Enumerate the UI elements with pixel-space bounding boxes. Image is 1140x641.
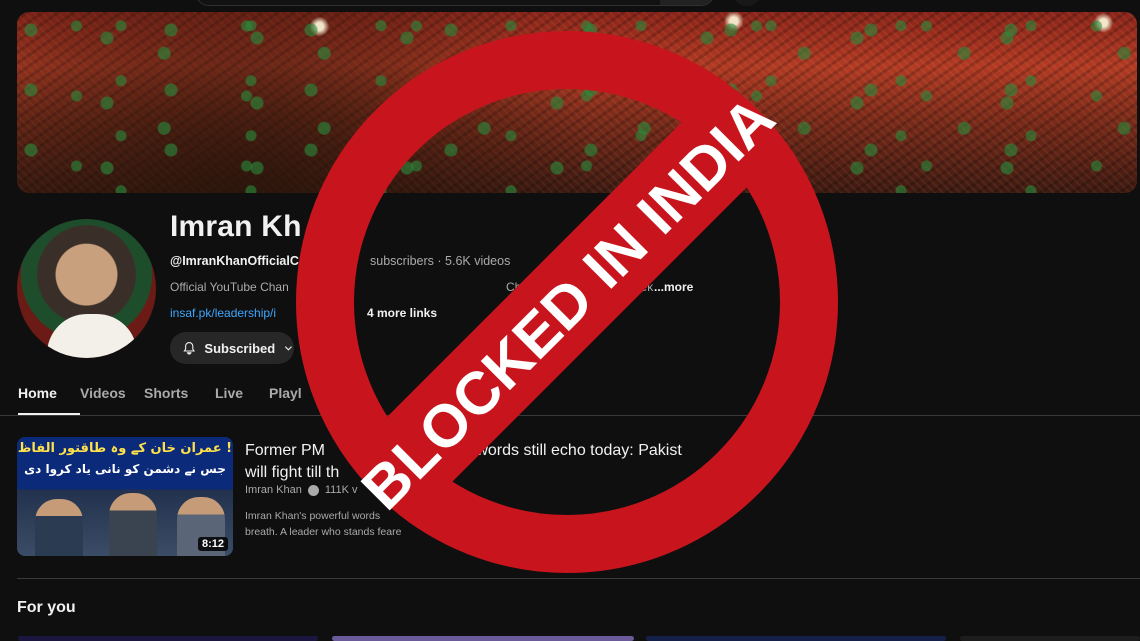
video-card-top[interactable] [332, 636, 634, 641]
more-links[interactable]: 4 more links [367, 306, 437, 320]
title-line1-end: ful words still echo today: Pakist [455, 442, 682, 459]
channel-meta: @ImranKhanOfficialC subscribers · 5.6K v… [170, 254, 510, 268]
description-trail: ne [793, 280, 807, 294]
section-title-for-you: For you [17, 599, 76, 616]
section-divider [17, 578, 1140, 579]
chevron-down-icon [285, 346, 293, 351]
description-line2: breath. A leader who stands feare [245, 526, 402, 538]
channel-description[interactable]: Official YouTube Chan Chairman Pakistan … [170, 280, 807, 294]
video-duration: 8:12 [197, 537, 228, 551]
featured-video-meta: Imran Khan 111K v [245, 484, 358, 496]
tabs-divider [0, 415, 1140, 416]
channel-avatar[interactable] [17, 219, 156, 358]
tab-live[interactable]: Live [215, 385, 269, 415]
subscribed-label: Subscribed [204, 340, 276, 356]
channel-link[interactable]: insaf.pk/leadership/i [170, 306, 276, 320]
description-more-link[interactable]: ...more [654, 280, 693, 294]
voice-search-icon[interactable] [734, 0, 760, 6]
search-button[interactable] [660, 0, 714, 5]
video-card-top[interactable] [18, 636, 318, 641]
title-line2: will fight till th [245, 464, 340, 481]
featured-video-thumbnail[interactable]: عمران خان کے وہ طاقتور الفاظ ! جس نے دشم… [17, 437, 233, 556]
featured-video-description: Imran Khan's powerful words breath. A le… [245, 508, 745, 540]
thumbnail-text-line1: عمران خان کے وہ طاقتور الفاظ ! [17, 441, 233, 456]
title-line1-start: Former PM [245, 442, 325, 459]
video-card-top[interactable] [960, 636, 1140, 641]
channel-stats: subscribers · 5.6K videos [370, 254, 511, 268]
thumbnail-text-line2: جس نے دشمن کو نانی یاد کروا دی [24, 462, 226, 476]
channel-name: Imran Kh [170, 210, 302, 243]
tab-videos[interactable]: Videos [80, 385, 144, 415]
video-card-top[interactable] [646, 636, 946, 641]
thumbnail-figure [35, 499, 83, 556]
channel-tabs: Home Videos Shorts Live Playl [18, 385, 349, 415]
video-views: 111K v [324, 484, 358, 496]
description-start: Official YouTube Chan [170, 280, 289, 294]
tab-home[interactable]: Home [18, 385, 80, 415]
bell-icon [183, 342, 196, 355]
tab-shorts[interactable]: Shorts [144, 385, 215, 415]
channel-handle: @ImranKhanOfficialC [170, 254, 299, 268]
video-channel-name[interactable]: Imran Khan [245, 484, 302, 496]
search-bar[interactable] [195, 0, 715, 6]
featured-video-title[interactable]: Former PM ful words still echo today: Pa… [245, 440, 715, 484]
subscribed-button[interactable]: Subscribed [170, 332, 294, 364]
tab-playlists[interactable]: Playl [269, 385, 349, 415]
verified-check-icon [307, 484, 319, 496]
description-line1: Imran Khan's powerful words [245, 510, 381, 522]
channel-banner [17, 12, 1137, 193]
thumbnail-figure [109, 493, 157, 556]
